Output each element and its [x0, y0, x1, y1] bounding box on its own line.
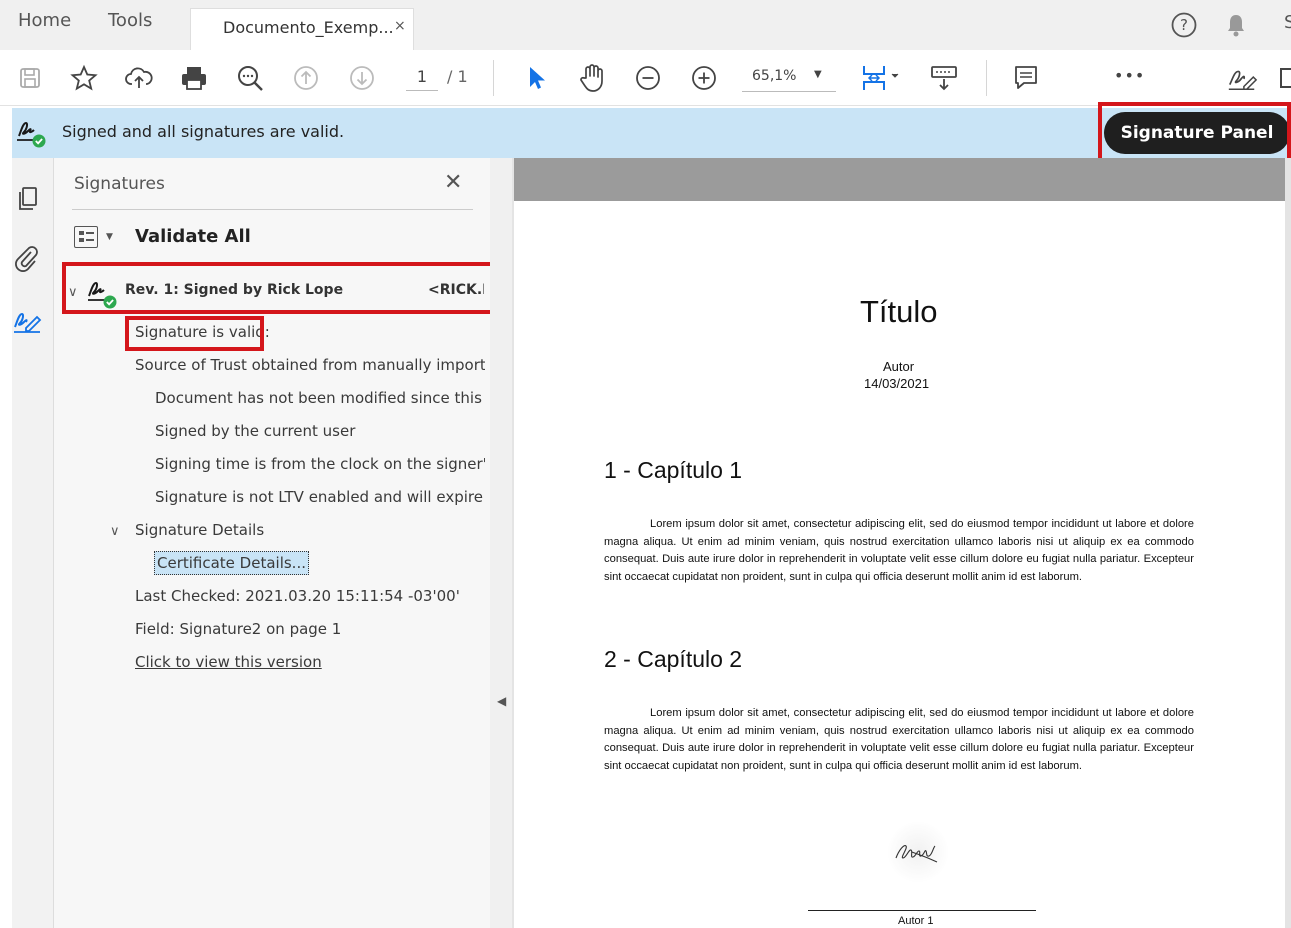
tab-document[interactable]: Documento_Exemp... × [190, 8, 414, 50]
print-icon[interactable] [178, 62, 210, 94]
chevron-down-icon[interactable]: ∨ [110, 524, 120, 539]
close-panel-icon[interactable]: ✕ [444, 170, 462, 195]
signature-detail-item: Signature is not LTV enabled and will ex… [155, 488, 485, 506]
chevron-down-icon[interactable]: ▼ [106, 232, 113, 242]
signature-valid-icon [14, 116, 48, 154]
paragraph-text: Lorem ipsum dolor sit amet, consectetur … [604, 707, 1194, 772]
paragraph-text: Lorem ipsum dolor sit amet, consectetur … [604, 518, 1194, 583]
bookmark-star-icon[interactable] [68, 62, 100, 94]
page-header-strip [514, 158, 1285, 201]
attachment-paperclip-icon[interactable] [12, 244, 42, 274]
signer-name: Autor 1 [898, 915, 934, 927]
zoom-out-icon[interactable] [632, 62, 664, 94]
document-title: Título [860, 294, 938, 329]
help-icon[interactable]: ? [1168, 9, 1200, 41]
last-checked-text: Last Checked: 2021.03.20 15:11:54 -03'00… [135, 587, 460, 605]
next-page-icon[interactable] [346, 62, 378, 94]
svg-text:?: ? [1180, 16, 1188, 34]
signature-detail-item: Source of Trust obtained from manually i… [135, 356, 485, 374]
tab-home[interactable]: Home [18, 10, 71, 31]
notification-bell-icon[interactable] [1220, 9, 1252, 41]
page-fit-icon[interactable] [858, 62, 906, 94]
signature-line [808, 910, 1036, 911]
navigation-rail [12, 158, 54, 928]
view-version-link[interactable]: Click to view this version [135, 653, 322, 671]
certificate-details-link[interactable]: Certificate Details... [154, 551, 309, 575]
tab-close-icon[interactable]: × [394, 18, 406, 34]
annotation-highlight-box [62, 262, 497, 314]
tab-bar: Home Tools Documento_Exemp... × ? S [0, 0, 1291, 50]
panel-divider [72, 209, 473, 210]
hand-tool-icon[interactable] [576, 62, 608, 94]
signature-detail-item: Document has not been modified since thi… [155, 389, 485, 407]
sign-in-icon[interactable]: S [1284, 12, 1291, 33]
signature-details-toggle[interactable]: Signature Details [135, 521, 264, 539]
signature-status-message: Signed and all signatures are valid. [62, 122, 345, 141]
collapse-panel-icon[interactable]: ◀ [497, 694, 506, 708]
document-author: Autor [883, 359, 915, 374]
zoom-level-value: 65,1% [752, 68, 797, 84]
tab-document-label: Documento_Exemp... [223, 18, 394, 37]
handwritten-signature-image [888, 822, 948, 882]
signature-field-text: Field: Signature2 on page 1 [135, 620, 342, 638]
comment-icon[interactable] [1010, 62, 1042, 94]
select-cursor-icon[interactable] [520, 62, 552, 94]
toolbar-divider [986, 60, 987, 96]
signature-detail-item: Signing time is from the clock on the si… [155, 455, 485, 473]
signature-detail-item: Signed by the current user [155, 422, 356, 440]
chevron-down-icon: ▼ [814, 69, 822, 80]
previous-page-icon[interactable] [290, 62, 322, 94]
page-number-input[interactable]: 1 [406, 67, 438, 91]
chapter-heading: 2 - Capítulo 2 [604, 646, 743, 672]
signature-pen-icon[interactable] [12, 306, 42, 336]
zoom-search-icon[interactable] [234, 62, 266, 94]
panel-collapse-bar [490, 158, 512, 928]
document-date: 14/03/2021 [864, 376, 930, 391]
save-icon[interactable] [14, 62, 46, 94]
more-tools-icon[interactable]: ••• [1114, 66, 1145, 85]
export-icon[interactable] [1280, 68, 1291, 88]
chapter-heading: 1 - Capítulo 1 [604, 457, 743, 483]
options-menu-icon[interactable] [74, 226, 98, 248]
tab-tools[interactable]: Tools [108, 10, 152, 31]
zoom-level-select[interactable]: 65,1% ▼ [742, 64, 836, 92]
page-total: / 1 [447, 67, 468, 86]
signatures-panel-title: Signatures [74, 174, 165, 194]
annotation-highlight-box [125, 316, 264, 351]
fill-sign-icon[interactable] [1226, 62, 1258, 94]
toolbar: 1 / 1 65,1% ▼ ••• [0, 50, 1291, 106]
zoom-in-icon[interactable] [688, 62, 720, 94]
scroll-mode-icon[interactable] [928, 62, 960, 94]
toolbar-divider [493, 60, 494, 96]
validate-all-button[interactable]: Validate All [135, 226, 251, 247]
cloud-upload-icon[interactable] [123, 62, 155, 94]
pages-thumbnail-icon[interactable] [12, 184, 42, 214]
